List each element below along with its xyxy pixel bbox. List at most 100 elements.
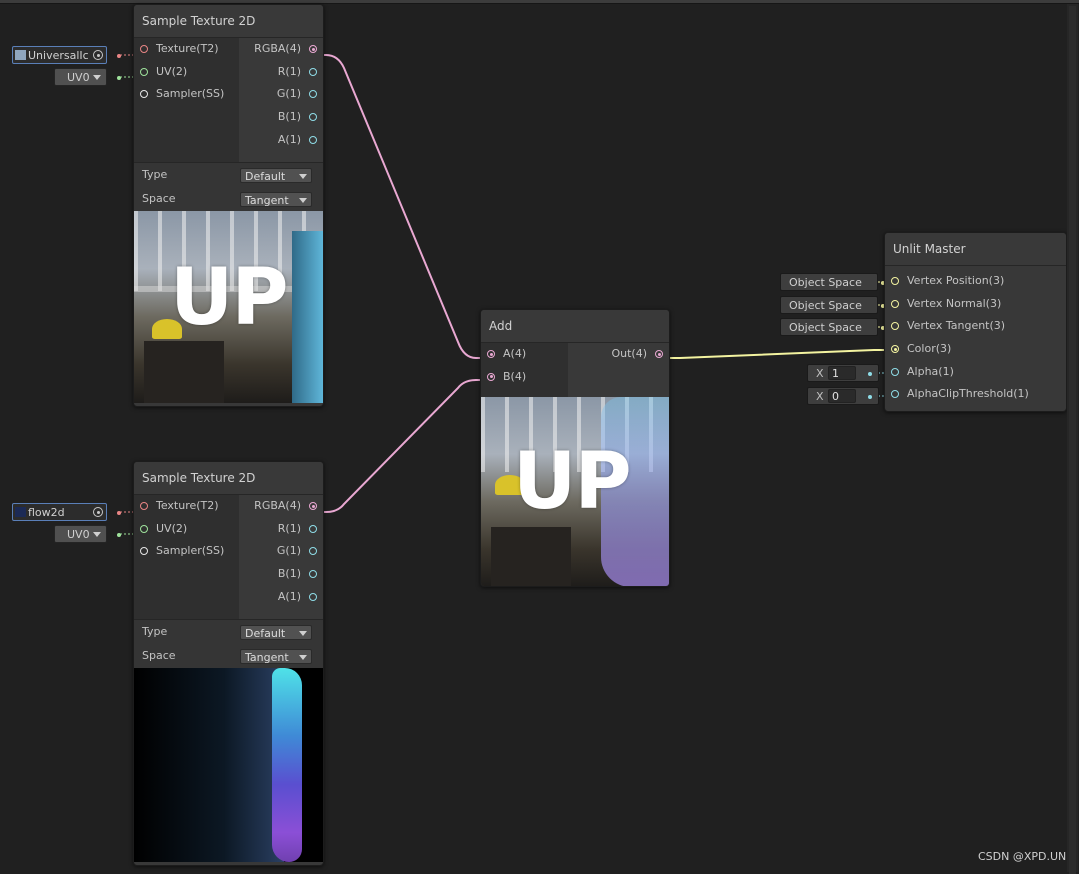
setting-label: Type <box>142 625 168 638</box>
rgba-port-icon[interactable] <box>309 502 317 510</box>
float-port-icon[interactable] <box>309 90 317 99</box>
vector3-port-icon[interactable] <box>891 299 899 308</box>
float-port-icon[interactable] <box>309 113 317 122</box>
float-port-icon[interactable] <box>309 67 317 76</box>
float-port-icon[interactable] <box>309 547 317 556</box>
port-label: A(1) <box>277 589 301 603</box>
vector3-port-icon[interactable] <box>891 277 899 285</box>
vertex-position-space-field[interactable]: Object Space <box>780 273 885 291</box>
port-texture-input[interactable]: Texture(T2) <box>134 38 239 61</box>
float-port-icon[interactable] <box>891 367 899 376</box>
port-uv-input[interactable]: UV(2) <box>134 518 239 541</box>
port-r-output[interactable]: R(1) <box>239 518 323 541</box>
texture-asset-field[interactable]: UniversalIco <box>12 46 121 64</box>
port-a-output[interactable]: A(1) <box>239 129 323 152</box>
vertical-scrollbar[interactable] <box>1067 4 1078 874</box>
port-r-output[interactable]: R(1) <box>239 61 323 84</box>
wire-add-out-to-color[interactable] <box>663 349 892 359</box>
port-label: A(4) <box>503 347 527 360</box>
vector4-port-icon[interactable] <box>487 350 495 358</box>
sample-texture-2d-node-2[interactable]: Sample Texture 2D Texture(T2) UV(2) Samp… <box>133 461 324 866</box>
port-texture-input[interactable]: Texture(T2) <box>134 495 239 518</box>
port-alpha[interactable]: Alpha(1) <box>885 361 1066 384</box>
node-title[interactable]: Unlit Master <box>885 233 1066 266</box>
node-title[interactable]: Sample Texture 2D <box>134 5 323 38</box>
alpha-value-field[interactable]: X 1 <box>807 364 879 382</box>
port-rgba-output[interactable]: RGBA(4) <box>239 495 323 518</box>
port-label: Alpha(1) <box>907 364 954 378</box>
vector3-port-icon[interactable] <box>891 345 899 354</box>
rgba-port-icon[interactable] <box>309 45 317 53</box>
clip-value-input[interactable]: 0 <box>828 389 856 403</box>
texture-thumbnail-icon <box>15 50 26 60</box>
sampler-port-icon[interactable] <box>140 90 148 99</box>
vertex-normal-space-field[interactable]: Object Space <box>780 296 885 314</box>
uv-port-icon[interactable] <box>140 524 148 533</box>
setting-type: Type Default <box>134 163 323 187</box>
texture-asset-name: flow2d <box>28 506 65 519</box>
texture-port-icon[interactable] <box>140 502 148 510</box>
port-a-input[interactable]: A(4) <box>481 343 568 366</box>
node-title[interactable]: Sample Texture 2D <box>134 462 323 495</box>
texture-asset-field-2[interactable]: flow2d <box>12 503 121 521</box>
texture-port-icon[interactable] <box>140 45 148 53</box>
port-label: G(1) <box>276 544 301 558</box>
wire-rgba2-to-add-b[interactable] <box>317 379 488 513</box>
port-a-output[interactable]: A(1) <box>239 586 323 609</box>
alpha-value-input[interactable]: 1 <box>828 366 856 380</box>
float-port-icon[interactable] <box>309 135 317 144</box>
port-label: RGBA(4) <box>254 499 301 512</box>
space-dropdown[interactable]: Tangent <box>240 192 312 207</box>
type-dropdown[interactable]: Default <box>240 168 312 183</box>
sampler-port-icon[interactable] <box>140 547 148 556</box>
vertex-tangent-space-field[interactable]: Object Space <box>780 318 885 336</box>
uv-port-icon[interactable] <box>140 67 148 76</box>
port-color[interactable]: Color(3) <box>885 338 1066 361</box>
unlit-master-node[interactable]: Unlit Master Vertex Position(3) Vertex N… <box>884 232 1067 412</box>
space-label: Object Space <box>789 321 862 334</box>
float-port-icon[interactable] <box>309 570 317 579</box>
port-out-output[interactable]: Out(4) <box>568 343 669 366</box>
port-sampler-input[interactable]: Sampler(SS) <box>134 540 239 563</box>
texture-field-connector <box>117 54 121 58</box>
port-vertex-tangent[interactable]: Vertex Tangent(3) <box>885 315 1066 338</box>
vector4-port-icon[interactable] <box>655 350 663 358</box>
clip-value-field[interactable]: X 0 <box>807 387 879 405</box>
sample-texture-2d-node-1[interactable]: Sample Texture 2D Texture(T2) UV(2) Samp… <box>133 4 324 407</box>
float-port-icon[interactable] <box>309 524 317 533</box>
space-dropdown[interactable]: Tangent <box>240 649 312 664</box>
port-rgba-output[interactable]: RGBA(4) <box>239 38 323 61</box>
add-node[interactable]: Add A(4) B(4) Out(4) UP <box>480 309 670 587</box>
port-g-output[interactable]: G(1) <box>239 83 323 106</box>
field-connector <box>868 372 872 376</box>
port-b-output[interactable]: B(1) <box>239 106 323 129</box>
uv-channel-dropdown-2[interactable]: UV0 <box>54 525 121 543</box>
port-label: B(1) <box>277 110 301 124</box>
port-alpha-clip-threshold[interactable]: AlphaClipThreshold(1) <box>885 383 1066 406</box>
dropdown-value: Tangent <box>245 194 289 207</box>
type-dropdown[interactable]: Default <box>240 625 312 640</box>
port-g-output[interactable]: G(1) <box>239 540 323 563</box>
node-preview-image: UP <box>134 211 323 403</box>
vector3-port-icon[interactable] <box>891 322 899 331</box>
port-vertex-normal[interactable]: Vertex Normal(3) <box>885 293 1066 316</box>
wire-rgba1-to-add-a[interactable] <box>317 54 488 359</box>
node-title[interactable]: Add <box>481 310 669 343</box>
port-b-output[interactable]: B(1) <box>239 563 323 586</box>
object-picker-icon[interactable] <box>93 507 103 517</box>
space-label: Object Space <box>789 299 862 312</box>
port-label: Color(3) <box>907 342 952 356</box>
scrollbar-thumb[interactable] <box>1069 6 1076 874</box>
vector4-port-icon[interactable] <box>487 372 495 381</box>
port-vertex-position[interactable]: Vertex Position(3) <box>885 270 1066 293</box>
float-port-icon[interactable] <box>309 592 317 601</box>
float-port-icon[interactable] <box>891 390 899 399</box>
port-label: Vertex Normal(3) <box>907 296 1002 310</box>
object-picker-icon[interactable] <box>93 50 103 60</box>
port-b-input[interactable]: B(4) <box>481 366 568 389</box>
node-preview-image <box>134 668 323 862</box>
uv-channel-dropdown[interactable]: UV0 <box>54 68 121 86</box>
port-uv-input[interactable]: UV(2) <box>134 61 239 84</box>
port-sampler-input[interactable]: Sampler(SS) <box>134 83 239 106</box>
preview-up-text: UP <box>170 253 289 343</box>
